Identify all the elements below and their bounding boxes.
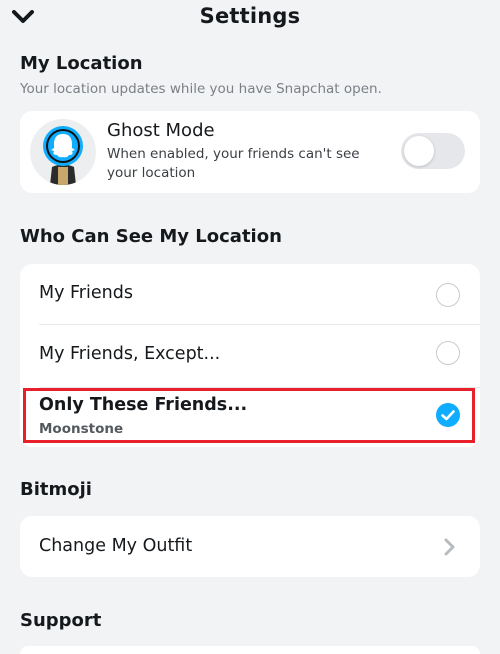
- option-label: My Friends, Except...: [39, 344, 221, 364]
- ghost-mode-avatar: [30, 119, 96, 185]
- option-label: Only These Friends...: [39, 395, 248, 415]
- ghost-mode-description-line1: When enabled, your friends can't see: [107, 146, 360, 162]
- page-title: Settings: [199, 4, 301, 28]
- header: Settings: [0, 0, 500, 40]
- ghost-mode-description-line2: your location: [107, 165, 196, 181]
- chevron-right-icon: [444, 538, 455, 556]
- option-label: My Friends: [39, 283, 133, 303]
- checkmark-icon: [441, 410, 455, 421]
- radio-checked-icon: [436, 403, 460, 427]
- my-location-subtitle: Your location updates while you have Sna…: [20, 81, 382, 97]
- change-outfit-label: Change My Outfit: [39, 536, 193, 556]
- change-outfit-row[interactable]: Change My Outfit: [20, 516, 480, 577]
- toggle-knob: [404, 136, 434, 166]
- ghost-mode-label: Ghost Mode: [107, 120, 215, 141]
- option-my-friends[interactable]: My Friends: [20, 264, 480, 324]
- who-can-see-section-title: Who Can See My Location: [20, 226, 282, 247]
- option-my-friends-except[interactable]: My Friends, Except...: [20, 325, 480, 387]
- ghost-bitmoji-avatar-icon: [43, 126, 83, 185]
- radio-unchecked-icon: [436, 283, 460, 307]
- bitmoji-card: Change My Outfit: [20, 516, 480, 577]
- support-section-title: Support: [20, 610, 102, 631]
- ghost-mode-card: Ghost Mode When enabled, your friends ca…: [20, 111, 480, 193]
- option-sublabel: Moonstone: [39, 421, 124, 437]
- radio-unchecked-icon: [436, 341, 460, 365]
- bitmoji-section-title: Bitmoji: [20, 479, 92, 500]
- option-only-these-friends[interactable]: Only These Friends... Moonstone: [20, 388, 480, 447]
- my-location-section-title: My Location: [20, 53, 143, 74]
- location-visibility-card: My Friends My Friends, Except... Only Th…: [20, 264, 480, 447]
- support-card: [20, 646, 480, 654]
- ghost-mode-toggle[interactable]: [401, 133, 465, 169]
